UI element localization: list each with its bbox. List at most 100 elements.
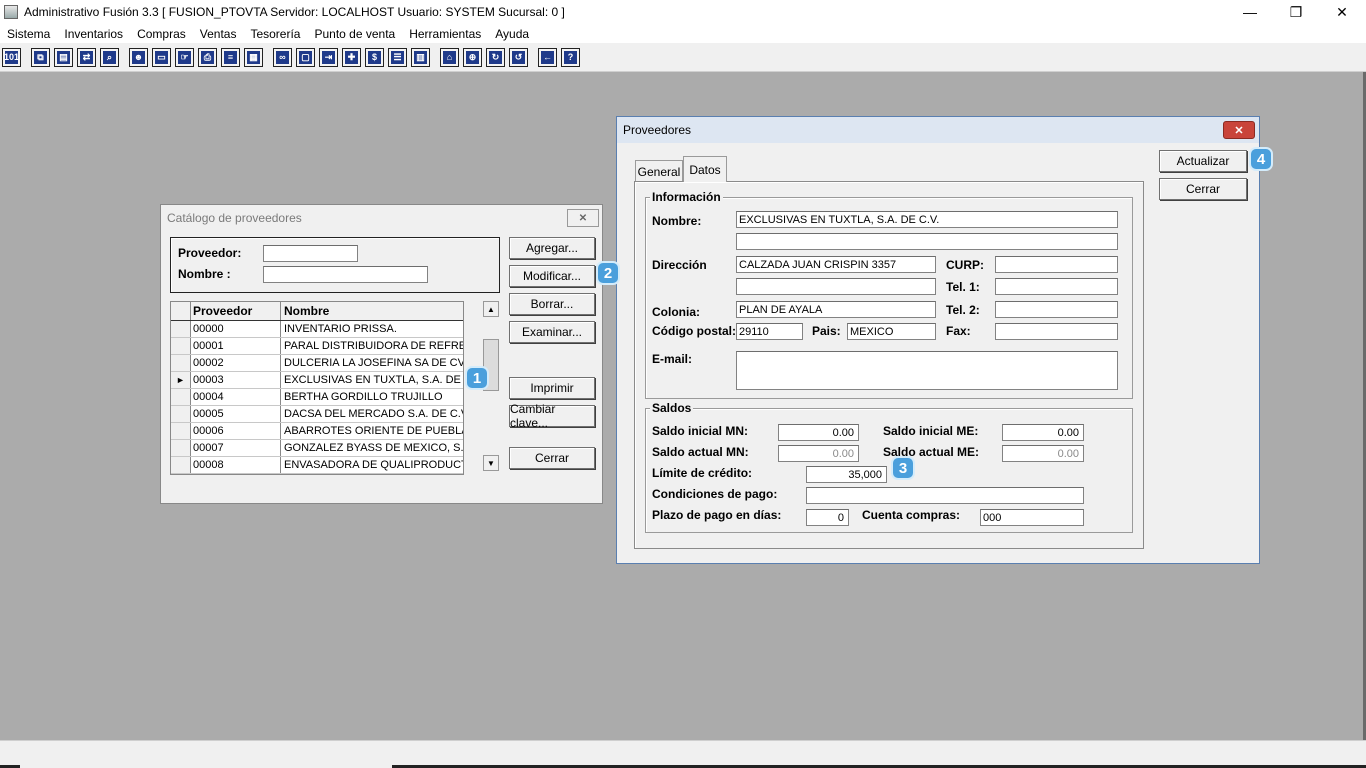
curp-field[interactable] xyxy=(995,256,1118,273)
cell-proveedor[interactable]: 00004 xyxy=(191,389,281,405)
borrar-button[interactable]: Borrar... xyxy=(509,293,595,315)
cell-nombre[interactable]: ENVASADORA DE QUALIPRODUCTO xyxy=(281,457,463,473)
notes-icon[interactable]: ▥ xyxy=(411,47,430,67)
cell-proveedor[interactable]: 00005 xyxy=(191,406,281,422)
tab-general[interactable]: General xyxy=(635,160,683,182)
menu-herramientas[interactable]: Herramientas xyxy=(402,27,488,41)
table-row[interactable]: 00001 PARAL DISTRIBUIDORA DE REFRESC xyxy=(171,338,463,355)
menu-ventas[interactable]: Ventas xyxy=(193,27,244,41)
minimize-button[interactable]: — xyxy=(1227,0,1273,24)
proveedores-cerrar-button[interactable]: Cerrar xyxy=(1159,178,1247,200)
fax-field[interactable] xyxy=(995,323,1118,340)
column-proveedor[interactable]: Proveedor xyxy=(191,302,281,320)
binoculars-icon[interactable]: ∞ xyxy=(273,47,292,67)
table-row[interactable]: 00005 DACSA DEL MERCADO S.A. DE C.V. xyxy=(171,406,463,423)
undo-icon[interactable]: ↺ xyxy=(509,47,528,67)
table-row[interactable]: 00006 ABARROTES ORIENTE DE PUEBLA, S xyxy=(171,423,463,440)
cell-proveedor[interactable]: 00003 xyxy=(191,372,281,388)
menu-inventarios[interactable]: Inventarios xyxy=(57,27,130,41)
cell-nombre[interactable]: GONZALEZ BYASS DE MEXICO, S.A. xyxy=(281,440,463,456)
table-row[interactable]: 00002 DULCERIA LA JOSEFINA SA DE CV xyxy=(171,355,463,372)
row-selector[interactable] xyxy=(171,423,191,439)
nombre-field[interactable]: EXCLUSIVAS EN TUXTLA, S.A. DE C.V. xyxy=(736,211,1118,228)
column-nombre[interactable]: Nombre xyxy=(281,302,463,320)
list-icon[interactable]: ☰ xyxy=(388,47,407,67)
document-icon[interactable]: ≡ xyxy=(221,47,240,67)
plus-icon[interactable]: ✚ xyxy=(342,47,361,67)
cp-field[interactable]: 29110 xyxy=(736,323,803,340)
actualizar-button[interactable]: Actualizar xyxy=(1159,150,1247,172)
help-icon[interactable]: ? xyxy=(561,47,580,67)
imprimir-button[interactable]: Imprimir xyxy=(509,377,595,399)
refresh-icon[interactable]: ↻ xyxy=(486,47,505,67)
cell-proveedor[interactable]: 00007 xyxy=(191,440,281,456)
search-doc-icon[interactable]: ⌕ xyxy=(100,47,119,67)
row-selector[interactable] xyxy=(171,457,191,473)
scroll-up-icon[interactable]: ▲ xyxy=(483,301,499,317)
nombre2-field[interactable] xyxy=(736,233,1118,250)
table-row[interactable]: 00004 BERTHA GORDILLO TRUJILLO xyxy=(171,389,463,406)
row-selector[interactable] xyxy=(171,321,191,337)
direccion2-field[interactable] xyxy=(736,278,936,295)
table-row[interactable]: ► 00003 EXCLUSIVAS EN TUXTLA, S.A. DE C. xyxy=(171,372,463,389)
swap-icon[interactable]: ⇄ xyxy=(77,47,96,67)
clipboard-icon[interactable]: ▤ xyxy=(54,47,73,67)
cell-nombre[interactable]: INVENTARIO PRISSA. xyxy=(281,321,463,337)
restore-button[interactable]: ❐ xyxy=(1273,0,1319,24)
dollar-icon[interactable]: $ xyxy=(365,47,384,67)
examinar-button[interactable]: Examinar... xyxy=(509,321,595,343)
window-icon[interactable]: ▢ xyxy=(296,47,315,67)
tel2-field[interactable] xyxy=(995,301,1118,318)
catalog-cerrar-button[interactable]: Cerrar xyxy=(509,447,595,469)
agregar-button[interactable]: Agregar... xyxy=(509,237,595,259)
cell-nombre[interactable]: EXCLUSIVAS EN TUXTLA, S.A. DE C. xyxy=(281,372,463,388)
menu-punto-de-venta[interactable]: Punto de venta xyxy=(307,27,402,41)
cell-nombre[interactable]: DULCERIA LA JOSEFINA SA DE CV xyxy=(281,355,463,371)
cell-proveedor[interactable]: 00006 xyxy=(191,423,281,439)
direccion-field[interactable]: CALZADA JUAN CRISPIN 3357 xyxy=(736,256,936,273)
scroll-down-icon[interactable]: ▼ xyxy=(483,455,499,471)
row-selector[interactable] xyxy=(171,389,191,405)
menu-compras[interactable]: Compras xyxy=(130,27,193,41)
pais-field[interactable]: MEXICO xyxy=(847,323,936,340)
saldo-inicial-me-field[interactable]: 0.00 xyxy=(1002,424,1084,441)
copy-icon[interactable]: ⧉ xyxy=(31,47,50,67)
cell-proveedor[interactable]: 00000 xyxy=(191,321,281,337)
modificar-button[interactable]: Modificar... xyxy=(509,265,595,287)
home-icon[interactable]: ⌂ xyxy=(440,47,459,67)
table-row[interactable]: 00008 ENVASADORA DE QUALIPRODUCTO xyxy=(171,457,463,474)
cuenta-compras-field[interactable]: 000 xyxy=(980,509,1084,526)
row-selector[interactable]: ► xyxy=(171,372,191,388)
row-selector[interactable] xyxy=(171,355,191,371)
cell-nombre[interactable]: DACSA DEL MERCADO S.A. DE C.V. xyxy=(281,406,463,422)
row-selector[interactable] xyxy=(171,406,191,422)
saldo-inicial-mn-field[interactable]: 0.00 xyxy=(778,424,859,441)
export-icon[interactable]: ⇥ xyxy=(319,47,338,67)
cell-proveedor[interactable]: 00001 xyxy=(191,338,281,354)
table-row[interactable]: 00000 INVENTARIO PRISSA. xyxy=(171,321,463,338)
cell-proveedor[interactable]: 00008 xyxy=(191,457,281,473)
tel1-field[interactable] xyxy=(995,278,1118,295)
tab-datos[interactable]: Datos xyxy=(683,156,727,182)
filter-nombre-input[interactable] xyxy=(263,266,428,283)
table-icon[interactable]: ▦ xyxy=(244,47,263,67)
cell-nombre[interactable]: ABARROTES ORIENTE DE PUEBLA, S xyxy=(281,423,463,439)
colonia-field[interactable]: PLAN DE AYALA xyxy=(736,301,936,318)
row-selector[interactable] xyxy=(171,338,191,354)
filter-proveedor-input[interactable] xyxy=(263,245,358,262)
limite-credito-field[interactable]: 35,000 xyxy=(806,466,887,483)
folder-icon[interactable]: ▭ xyxy=(152,47,171,67)
user-icon[interactable]: ☻ xyxy=(129,47,148,67)
printer-icon[interactable]: ⎙ xyxy=(198,47,217,67)
menu-ayuda[interactable]: Ayuda xyxy=(488,27,536,41)
close-window-button[interactable]: ✕ xyxy=(1319,0,1365,24)
clock-icon[interactable]: 101 xyxy=(2,47,21,67)
email-field[interactable] xyxy=(736,351,1118,390)
zoom-icon[interactable]: ⊕ xyxy=(463,47,482,67)
back-icon[interactable]: ← xyxy=(538,47,557,67)
plazo-pago-field[interactable]: 0 xyxy=(806,509,849,526)
table-row[interactable]: 00007 GONZALEZ BYASS DE MEXICO, S.A. xyxy=(171,440,463,457)
condiciones-pago-field[interactable] xyxy=(806,487,1084,504)
catalog-close-icon[interactable]: ✕ xyxy=(567,209,599,227)
menu-sistema[interactable]: Sistema xyxy=(0,27,57,41)
